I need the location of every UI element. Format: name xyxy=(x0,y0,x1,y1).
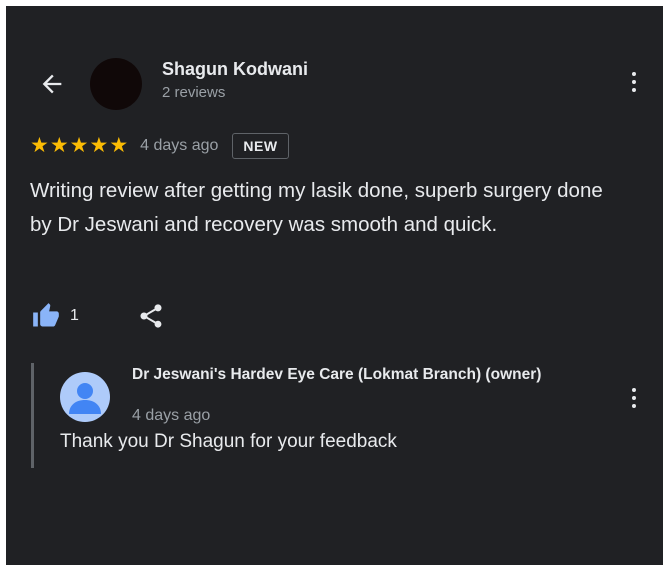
owner-name[interactable]: Dr Jeswani's Hardev Eye Care (Lokmat Bra… xyxy=(132,364,602,385)
reviewer-avatar[interactable] xyxy=(90,58,142,110)
back-button[interactable] xyxy=(34,66,70,102)
star-icon: ★ xyxy=(89,134,109,157)
share-icon xyxy=(140,304,162,328)
review-date: 4 days ago xyxy=(140,137,219,154)
owner-reply-divider xyxy=(31,363,34,468)
owner-avatar[interactable] xyxy=(60,372,110,422)
arrow-back-icon xyxy=(42,74,62,94)
star-rating: ★ ★ ★ ★ ★ xyxy=(30,135,128,157)
like-count: 1 xyxy=(70,307,79,324)
reviewer-review-count: 2 reviews xyxy=(162,84,226,101)
more-vert-icon-dot xyxy=(632,388,636,392)
like-button[interactable]: 1 xyxy=(30,302,79,330)
star-icon: ★ xyxy=(69,134,89,157)
review-more-options-button[interactable] xyxy=(622,64,646,100)
owner-response-date: 4 days ago xyxy=(132,407,211,424)
review-actions: 1 xyxy=(30,302,165,330)
share-button[interactable] xyxy=(137,302,165,330)
thumb-up-icon xyxy=(33,303,59,327)
review-text: Writing review after getting my lasik do… xyxy=(30,179,603,236)
review-detail-screen: Shagun Kodwani 2 reviews ★ ★ ★ ★ ★ 4 day… xyxy=(6,6,663,565)
more-vert-icon-dot xyxy=(632,404,636,408)
more-vert-icon-dot xyxy=(632,396,636,400)
owner-response-more-options-button[interactable] xyxy=(622,380,646,416)
star-icon: ★ xyxy=(49,134,69,157)
owner-response-text: Thank you Dr Shagun for your feedback xyxy=(60,431,397,452)
person-icon xyxy=(69,383,101,414)
rating-row: ★ ★ ★ ★ ★ 4 days ago NEW xyxy=(30,133,289,159)
star-icon: ★ xyxy=(30,134,49,157)
more-vert-icon-dot xyxy=(632,72,636,76)
reviewer-name[interactable]: Shagun Kodwani xyxy=(162,59,308,80)
star-icon: ★ xyxy=(109,134,129,157)
new-badge: NEW xyxy=(232,133,289,159)
more-vert-icon-dot xyxy=(632,80,636,84)
more-vert-icon-dot xyxy=(632,88,636,92)
